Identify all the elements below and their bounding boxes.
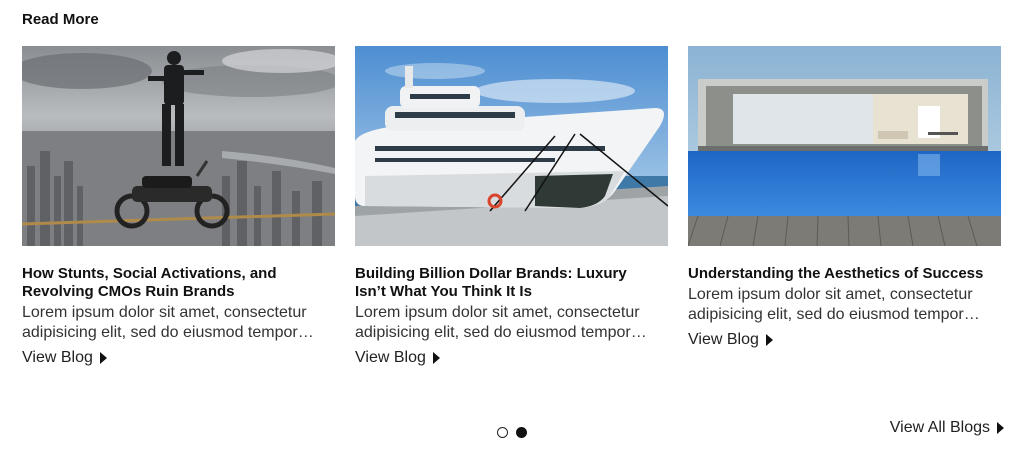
blog-card-excerpt: Lorem ipsum dolor sit amet, consectetur …: [688, 286, 973, 323]
blog-card-title[interactable]: Understanding the Aesthetics of Success: [688, 265, 988, 283]
blog-card: Understanding the Aesthetics of Success …: [688, 46, 1001, 349]
section-title: Read More: [22, 11, 99, 28]
caret-right-icon: [997, 422, 1004, 434]
carousel-pagination: [497, 427, 527, 438]
caret-right-icon: [432, 352, 440, 364]
blog-card: Building Billion Dollar Brands: Luxury I…: [355, 46, 668, 367]
caret-right-icon: [99, 352, 107, 364]
view-all-blogs-label: View All Blogs: [889, 419, 990, 436]
blog-card: How Stunts, Social Activations, and Revo…: [22, 46, 335, 367]
pagination-dot-1[interactable]: [497, 427, 508, 438]
view-blog-link[interactable]: View Blog: [688, 331, 773, 349]
blog-card-title[interactable]: How Stunts, Social Activations, and Revo…: [22, 265, 322, 301]
caret-right-icon: [765, 334, 773, 346]
pagination-dot-2[interactable]: [516, 427, 527, 438]
view-blog-label: View Blog: [355, 349, 426, 366]
view-all-blogs-link[interactable]: View All Blogs: [890, 419, 1004, 437]
view-blog-link[interactable]: View Blog: [22, 349, 107, 367]
blog-card-image[interactable]: [355, 46, 668, 246]
view-blog-label: View Blog: [22, 349, 93, 366]
blog-card-title[interactable]: Building Billion Dollar Brands: Luxury I…: [355, 265, 655, 301]
blog-card-excerpt: Lorem ipsum dolor sit amet, consectetur …: [22, 304, 307, 341]
blog-card-excerpt: Lorem ipsum dolor sit amet, consectetur …: [355, 304, 640, 341]
view-blog-label: View Blog: [688, 331, 759, 348]
view-blog-link[interactable]: View Blog: [355, 349, 440, 367]
blog-card-image[interactable]: [22, 46, 335, 246]
blog-card-image[interactable]: [688, 46, 1001, 246]
